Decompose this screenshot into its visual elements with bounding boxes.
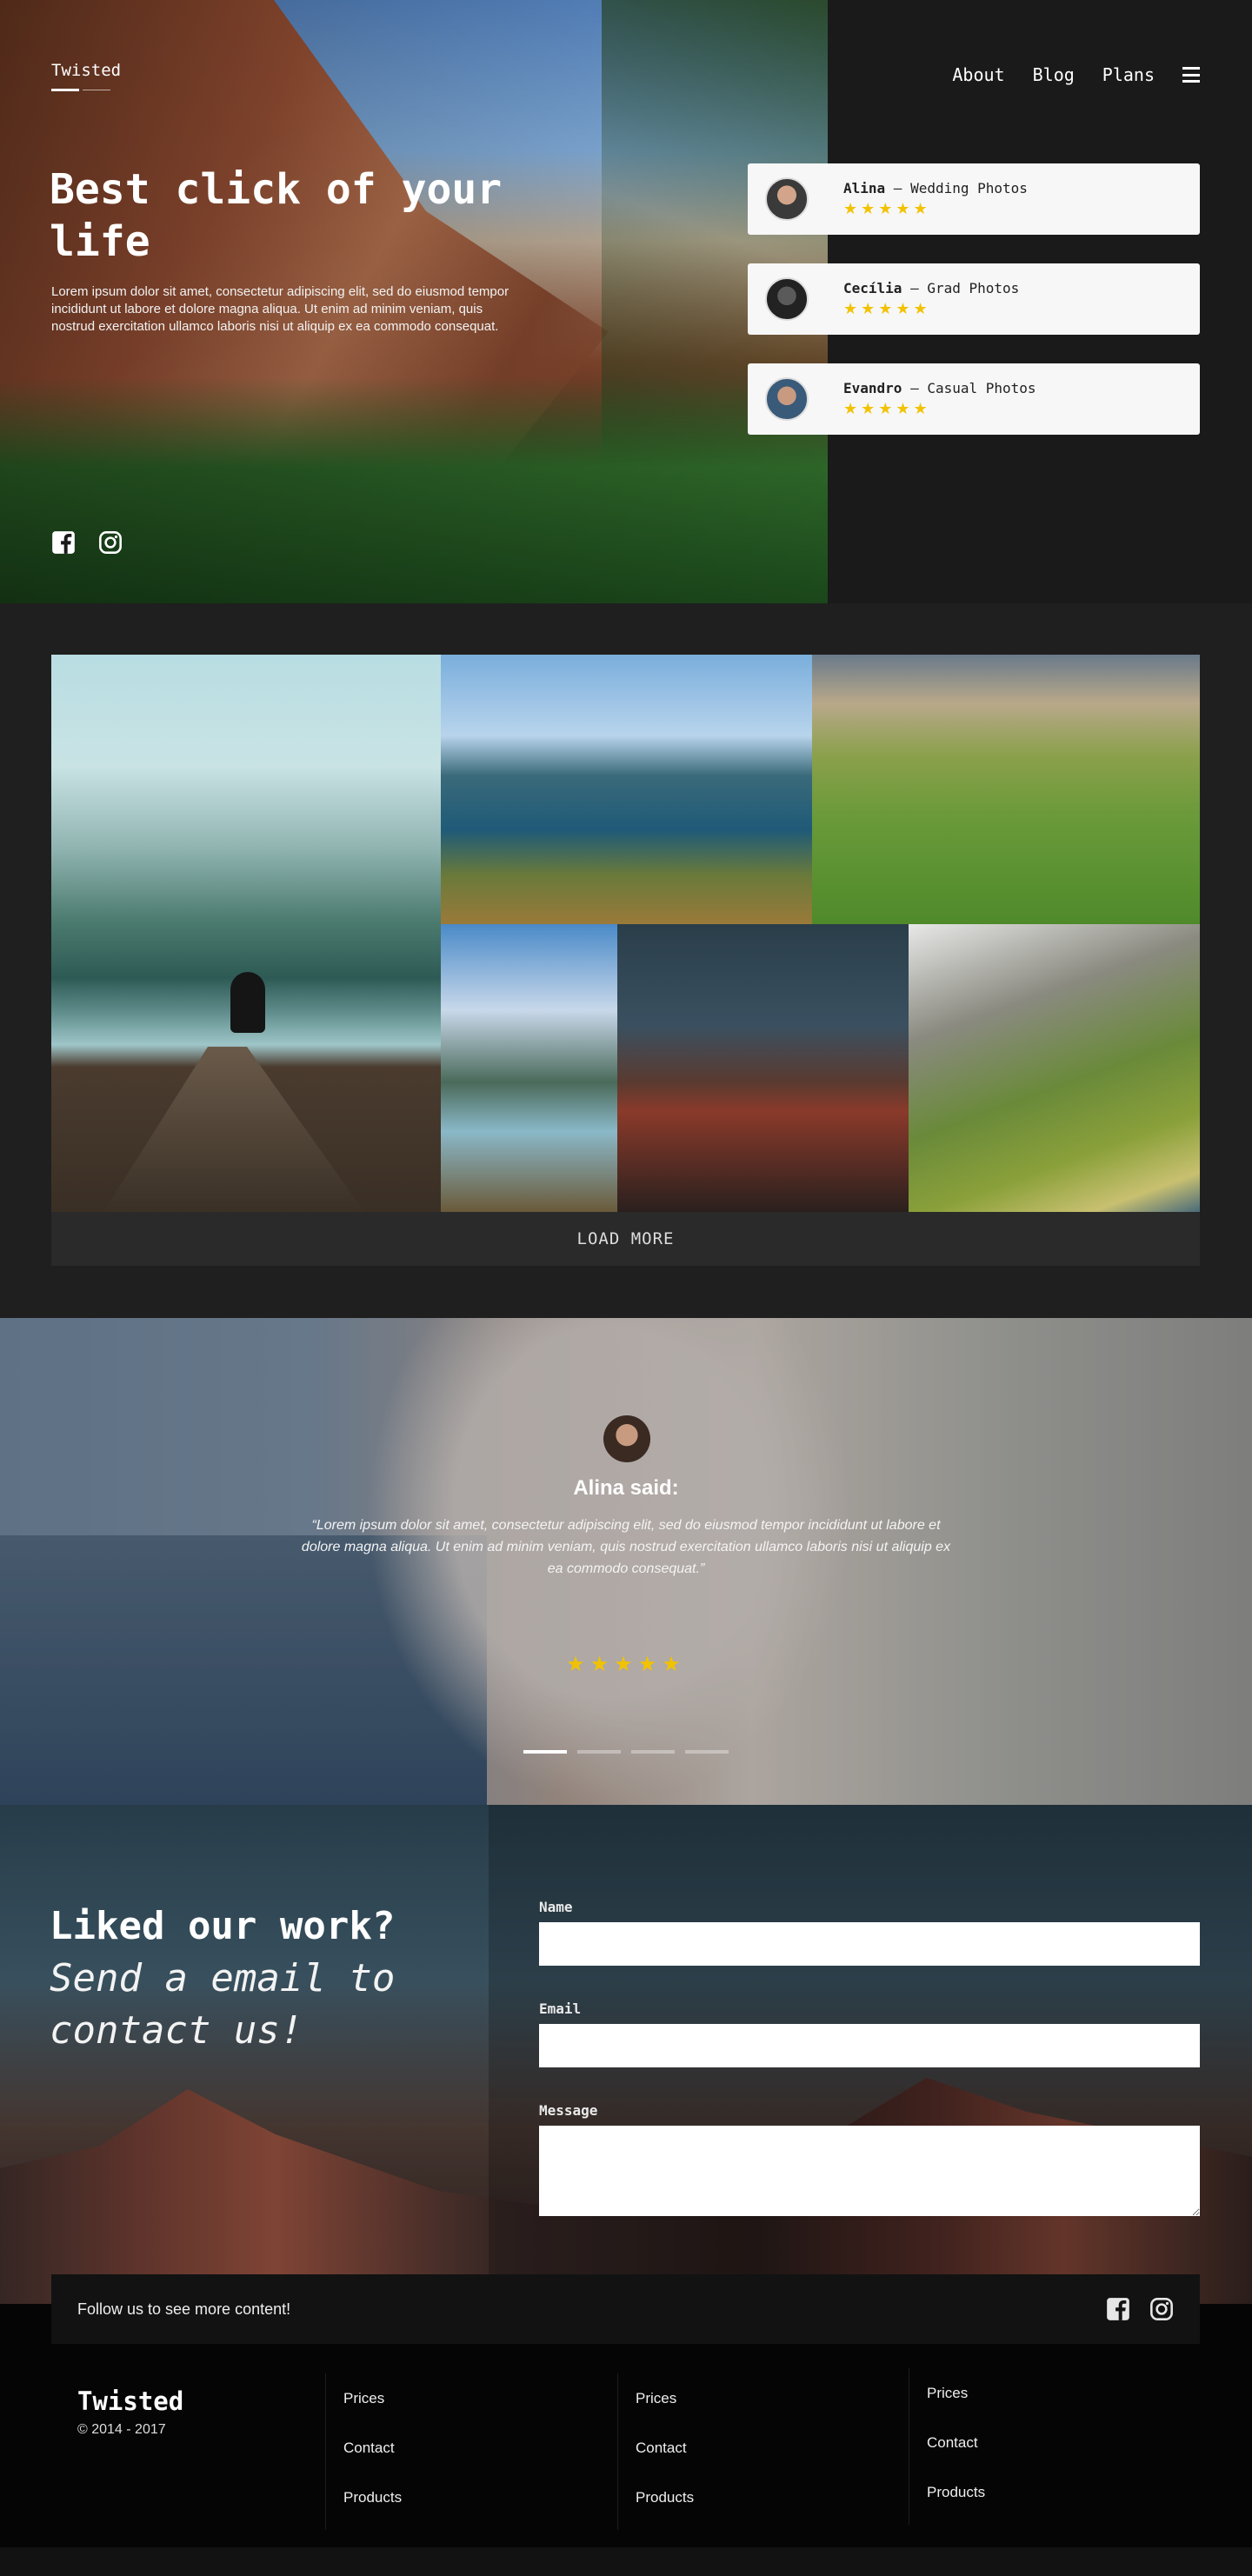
carousel-dot[interactable] [685,1750,729,1754]
gallery-photo-alpine-meadow[interactable] [909,924,1200,1212]
nav-plans[interactable]: Plans [1102,64,1155,85]
footer-link-products[interactable]: Products [343,2473,402,2522]
footer-link-prices[interactable]: Prices [343,2373,402,2423]
review-name: Cecília [843,280,902,296]
main-nav: About Blog Plans [952,64,1200,85]
footer-link-prices[interactable]: Prices [636,2373,694,2423]
testimonial-quote: “Lorem ipsum dolor sit amet, consectetur… [301,1518,951,1576]
carousel-dot[interactable] [523,1750,567,1754]
star-rating: ★★★★★ [566,1653,686,1676]
contact-subtitle: Send a email to contact us! [50,1956,396,2053]
menu-icon[interactable] [1182,67,1200,83]
email-field[interactable] [539,2024,1200,2067]
gallery-photo-river-mountain[interactable] [441,924,617,1212]
review-category: — Wedding Photos [885,180,1028,196]
contact-title: Liked our work? [50,1904,396,1948]
gallery-photo-lake-dock[interactable] [51,655,441,1212]
avatar [765,377,809,421]
review-name: Alina [843,180,886,196]
footer-link-products[interactable]: Products [636,2473,694,2522]
photo-gallery [51,655,1200,1212]
follow-bar: Follow us to see more content! [51,2274,1200,2344]
hero-title: Best click of your life [50,165,503,266]
avatar [765,177,809,221]
hero-text: Lorem ipsum dolor sit amet, consectetur … [51,284,509,334]
testimonial-section: Alina said: “Lorem ipsum dolor sit amet,… [0,1318,1252,1805]
contact-form: Name Email Message [539,1899,1200,2216]
follow-text: Follow us to see more content! [77,2300,291,2318]
gallery-section: LOAD MORE [0,603,1252,1318]
review-category: — Casual Photos [902,380,1036,396]
star-rating: ★★★★★ [843,400,931,417]
avatar [602,1414,652,1464]
copyright: © 2014 - 2017 [77,2422,166,2437]
email-label: Email [539,2000,582,2017]
gallery-photo-red-peak[interactable] [617,924,909,1212]
facebook-icon[interactable] [51,530,76,555]
footer-link-products[interactable]: Products [927,2467,985,2517]
nav-blog[interactable]: Blog [1033,64,1075,85]
footer-link-contact[interactable]: Contact [343,2423,402,2473]
carousel-dot[interactable] [631,1750,675,1754]
review-card[interactable]: Evandro — Casual Photos ★★★★★ [748,363,1200,435]
gallery-photo-green-hills[interactable] [812,655,1200,924]
footer: Follow us to see more content! Twisted ©… [0,2274,1252,2547]
name-label: Name [539,1899,573,1915]
footer-link-contact[interactable]: Contact [636,2423,694,2473]
facebook-icon[interactable] [1106,2297,1130,2321]
review-list: Alina — Wedding Photos ★★★★★ Cecília — G… [748,163,1200,463]
footer-brand[interactable]: Twisted [77,2386,183,2416]
brand-underline [51,89,79,91]
star-rating: ★★★★★ [843,200,931,217]
message-label: Message [539,2102,598,2119]
contact-section: Liked our work? Send a email to contact … [0,1805,1252,2304]
footer-column: Prices Contact Products [909,2368,985,2525]
footer-column: Prices Contact Products [617,2373,694,2530]
footer-social-links [1106,2297,1174,2321]
review-card[interactable]: Alina — Wedding Photos ★★★★★ [748,163,1200,235]
footer-link-prices[interactable]: Prices [927,2368,985,2418]
gallery-photo-lake-island[interactable] [441,655,812,924]
review-category: — Grad Photos [902,280,1020,296]
brand-logo[interactable]: Twisted [51,61,121,80]
star-rating: ★★★★★ [843,300,931,317]
instagram-icon[interactable] [1149,2297,1174,2321]
carousel-dots [523,1750,729,1754]
footer-link-contact[interactable]: Contact [927,2418,985,2467]
review-card[interactable]: Cecília — Grad Photos ★★★★★ [748,263,1200,335]
review-name: Evandro [843,380,902,396]
load-more-button[interactable]: LOAD MORE [51,1212,1200,1266]
hero-social-links [51,530,123,555]
avatar [765,277,809,321]
message-field[interactable] [539,2126,1200,2216]
footer-column: Prices Contact Products [325,2373,402,2530]
testimonial-author: Alina said: [573,1476,679,1500]
instagram-icon[interactable] [98,530,123,555]
nav-about[interactable]: About [952,64,1004,85]
hero-section: Twisted Best click of your life Lorem ip… [0,0,1252,603]
name-field[interactable] [539,1922,1200,1966]
carousel-dot[interactable] [577,1750,621,1754]
